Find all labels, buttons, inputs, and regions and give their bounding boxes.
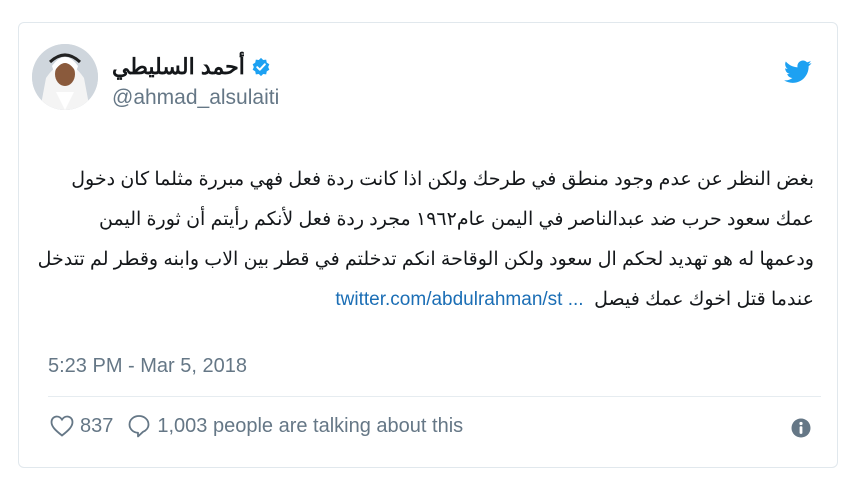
- display-name[interactable]: أحمد السليطي: [112, 54, 245, 80]
- user-info[interactable]: أحمد السليطي @ahmad_alsulaiti: [112, 54, 279, 110]
- like-count: 837: [80, 414, 114, 437]
- user-handle[interactable]: @ahmad_alsulaiti: [112, 86, 279, 110]
- heart-icon: [50, 415, 74, 437]
- tweet-line: عندما قتل اخوك عمك فيصل: [594, 289, 814, 310]
- verified-badge-icon: [252, 57, 270, 77]
- speech-bubble-icon: [128, 415, 150, 438]
- twitter-bird-icon[interactable]: [784, 60, 812, 84]
- tweet-last-line: عندما قتل اخوك عمك فيصل twitter.com/abdu…: [24, 280, 814, 320]
- tweet-text: بغض النظر عن عدم وجود منطق في طرحك ولكن …: [24, 160, 814, 320]
- divider: [48, 396, 821, 397]
- tweet-header: أحمد السليطي @ahmad_alsulaiti: [32, 44, 812, 114]
- tweet-line: بغض النظر عن عدم وجود منطق في طرحك ولكن …: [71, 169, 814, 190]
- tweet-link[interactable]: twitter.com/abdulrahman/st ...: [335, 289, 583, 310]
- info-icon[interactable]: [791, 418, 811, 438]
- like-button[interactable]: 837: [50, 415, 113, 438]
- tweet-line: عمك سعود حرب ضد عبدالناصر في اليمن عام١٩…: [99, 209, 814, 230]
- tweet-timestamp[interactable]: 5:23 PM - Mar 5, 2018: [48, 355, 247, 378]
- avatar[interactable]: [32, 44, 98, 110]
- tweet-actions: 837 1,003 people are talking about this: [50, 414, 477, 438]
- reply-button[interactable]: 1,003 people are talking about this: [127, 414, 463, 438]
- talking-count: 1,003 people are talking about this: [157, 414, 464, 437]
- tweet-line: ودعمها له هو تهديد لحكم ال سعود ولكن الو…: [37, 249, 814, 270]
